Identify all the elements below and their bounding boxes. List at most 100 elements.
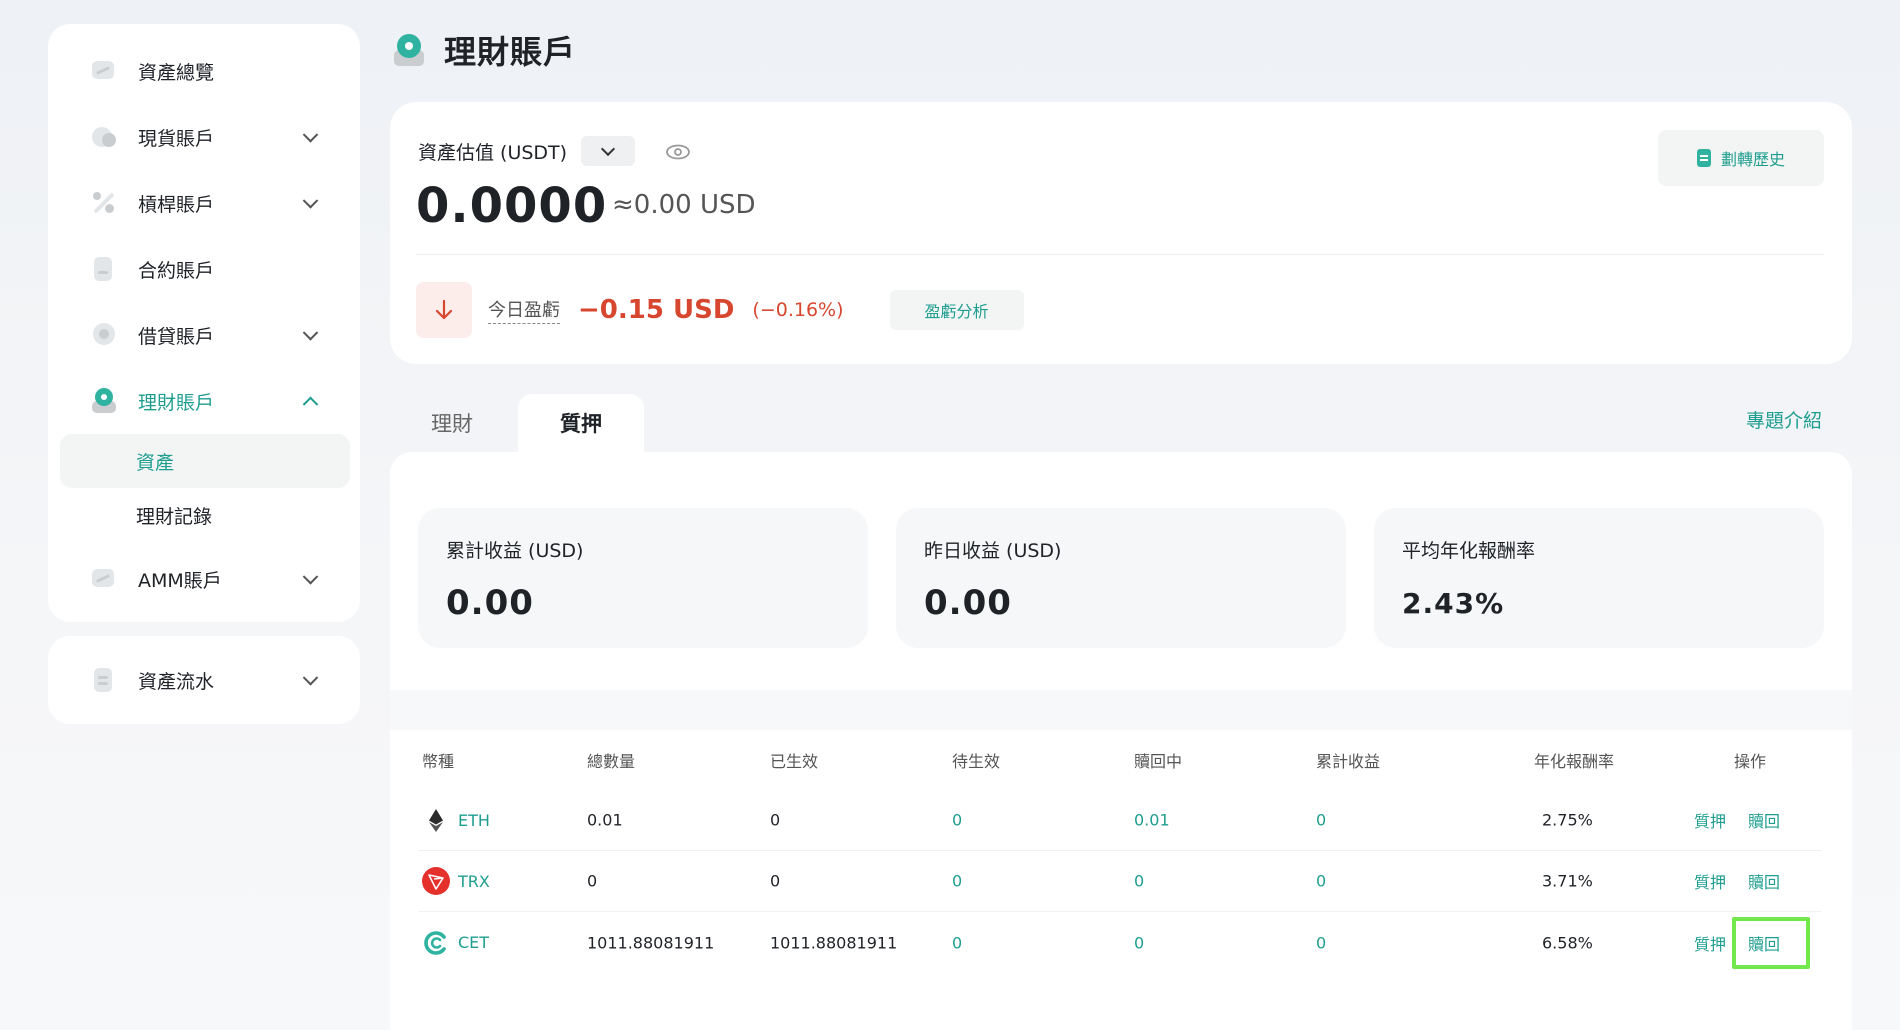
sidebar-item-amm[interactable]: AMM賬戶 <box>48 546 360 612</box>
cell-redeeming: 0 <box>1134 933 1145 952</box>
stat-label: 平均年化報酬率 <box>1402 540 1536 562</box>
sidebar: 資產總覽 現貨賬戶 槓桿賬戶 合約賬戶 借貸賬戶 理財賬戶 資產 理財記錄 AM… <box>48 24 360 622</box>
sidebar-subitem-records[interactable]: 理財記錄 <box>60 488 350 542</box>
cell-total: 1011.88081911 <box>587 933 715 952</box>
coin-icon <box>90 123 118 151</box>
redeem-button[interactable]: 贖回 <box>1748 869 1780 893</box>
asset-value: 0.0000 <box>416 178 608 234</box>
tab-financial[interactable]: 理財 <box>402 394 502 452</box>
cell-pending: 0 <box>952 810 963 830</box>
pnl-analysis-button[interactable]: 盈虧分析 <box>889 290 1024 330</box>
arrow-down-icon <box>416 282 472 338</box>
column-header-coin: 幣種 <box>422 752 455 771</box>
cell-earnings: 0 <box>1316 933 1327 952</box>
coin-name: TRX <box>458 871 490 891</box>
stat-label: 昨日收益 (USD) <box>924 540 1062 562</box>
currency-dropdown[interactable] <box>581 136 636 166</box>
eth-icon <box>422 806 450 834</box>
loan-icon <box>90 321 118 349</box>
page-title: 理財賬戶 <box>444 33 577 71</box>
coin-cell[interactable]: ETH <box>422 806 490 834</box>
chevron-down-icon <box>302 569 319 585</box>
asset-estimate-row: 資產估值 (USDT) <box>418 136 691 166</box>
cell-earnings: 0 <box>1316 871 1327 891</box>
chart-icon <box>90 57 118 85</box>
topic-intro-link[interactable]: 專題介紹 <box>1746 406 1822 433</box>
coin-name: CET <box>458 933 490 952</box>
sidebar-item-label: 現貨賬戶 <box>138 127 215 150</box>
cell-redeeming: 0 <box>1134 871 1145 891</box>
cell-active: 0 <box>770 810 781 830</box>
stat-card-yesterday-earnings: 昨日收益 (USD) 0.00 <box>896 508 1346 648</box>
pnl-label[interactable]: 今日盈虧 <box>488 296 560 324</box>
cell-total: 0.01 <box>587 810 623 830</box>
chevron-down-icon <box>302 193 319 209</box>
asset-approx-usd: ≈0.00 USD <box>612 190 756 220</box>
sidebar-secondary: 資產流水 <box>48 636 360 724</box>
sidebar-subitem-assets[interactable]: 資產 <box>60 434 350 488</box>
staking-panel: 累計收益 (USD) 0.00 昨日收益 (USD) 0.00 平均年化報酬率 … <box>390 452 1852 1030</box>
redeem-highlight-box <box>1732 916 1810 969</box>
wallet-icon <box>90 387 118 415</box>
sidebar-item-asset-flow[interactable]: 資產流水 <box>48 636 360 724</box>
page-header: 理財賬戶 <box>392 28 576 72</box>
sidebar-item-label: 理財賬戶 <box>138 391 215 414</box>
cell-apr: 3.71% <box>1542 871 1593 891</box>
coin-cell[interactable]: CET <box>422 929 489 957</box>
pnl-percent: (−0.16%) <box>752 299 844 321</box>
table-row: ETH 0.01 0 0 0.01 0 2.75% 質押 贖回 <box>418 790 1822 851</box>
cell-active: 1011.88081911 <box>770 933 898 952</box>
asset-estimate-label: 資產估值 (USDT) <box>418 141 568 164</box>
stat-label: 累計收益 (USD) <box>446 540 584 562</box>
sidebar-item-label: 資產流水 <box>138 670 215 693</box>
column-header-active: 已生效 <box>770 752 819 771</box>
cell-apr: 2.75% <box>1542 810 1593 830</box>
cell-apr: 6.58% <box>1542 933 1593 952</box>
chevron-up-icon <box>302 396 319 413</box>
cell-earnings: 0 <box>1316 810 1327 830</box>
stake-button[interactable]: 質押 <box>1694 869 1726 893</box>
sidebar-item-label: AMM賬戶 <box>138 569 222 592</box>
pnl-value: −0.15 USD <box>578 295 735 325</box>
sidebar-item-label: 槓桿賬戶 <box>138 193 215 216</box>
column-header-total: 總數量 <box>587 752 636 771</box>
staking-table: 幣種 總數量 已生效 待生效 贖回中 累計收益 年化報酬率 操作 ETH 0.0… <box>390 730 1852 973</box>
chevron-down-icon <box>302 670 319 686</box>
coin-name: ETH <box>458 810 490 830</box>
sidebar-item-loan[interactable]: 借貸賬戶 <box>48 302 360 368</box>
sidebar-item-label: 合約賬戶 <box>138 259 215 282</box>
sidebar-item-futures[interactable]: 合約賬戶 <box>48 236 360 302</box>
stake-button[interactable]: 質押 <box>1694 808 1726 832</box>
cell-pending: 0 <box>952 933 963 952</box>
column-header-earnings: 累計收益 <box>1316 752 1381 771</box>
document-icon <box>90 255 118 283</box>
stat-card-total-earnings: 累計收益 (USD) 0.00 <box>418 508 868 648</box>
document-icon <box>90 666 118 694</box>
percent-icon <box>90 189 118 217</box>
divider <box>416 254 1824 255</box>
table-row: TRX 0 0 0 0 0 3.71% 質押 贖回 <box>418 851 1822 912</box>
sidebar-item-spot[interactable]: 現貨賬戶 <box>48 104 360 170</box>
column-header-pending: 待生效 <box>952 752 1001 771</box>
table-row: CET 1011.88081911 1011.88081911 0 0 0 6.… <box>418 912 1822 973</box>
tab-staking[interactable]: 質押 <box>518 394 644 452</box>
sidebar-item-financial[interactable]: 理財賬戶 <box>48 368 360 434</box>
sidebar-item-label: 借貸賬戶 <box>138 325 215 348</box>
coin-cell[interactable]: TRX <box>422 867 490 895</box>
sidebar-item-margin[interactable]: 槓桿賬戶 <box>48 170 360 236</box>
wallet-icon <box>392 32 426 68</box>
chevron-down-icon <box>302 325 319 341</box>
stat-card-average-apr: 平均年化報酬率 2.43% <box>1374 508 1824 648</box>
chart-icon <box>90 565 118 593</box>
cell-pending: 0 <box>952 871 963 891</box>
cet-icon <box>422 929 450 957</box>
sidebar-item-asset-overview[interactable]: 資產總覽 <box>48 38 360 104</box>
stat-value: 0.00 <box>924 583 1012 623</box>
cell-redeeming: 0.01 <box>1134 810 1170 830</box>
asset-summary-card: 資產估值 (USDT) 0.0000 ≈0.00 USD 劃轉歷史 今日盈虧 −… <box>390 102 1852 364</box>
column-header-actions: 操作 <box>1734 752 1767 771</box>
stake-button[interactable]: 質押 <box>1694 931 1726 955</box>
redeem-button[interactable]: 贖回 <box>1748 808 1780 832</box>
transfer-history-button[interactable]: 劃轉歷史 <box>1658 130 1824 186</box>
eye-icon[interactable] <box>665 143 691 160</box>
